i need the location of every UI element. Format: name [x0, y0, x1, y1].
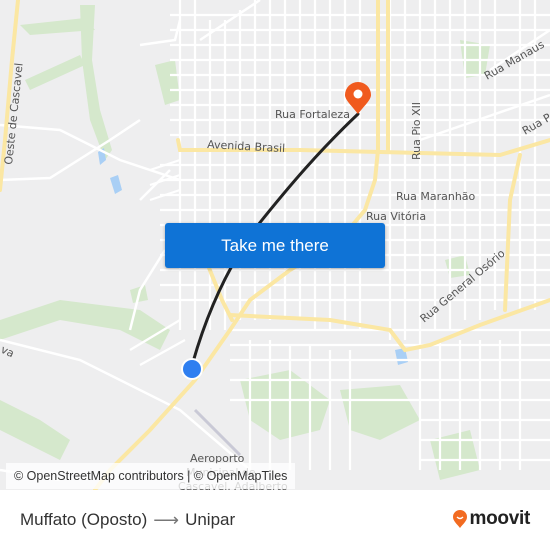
- footer-bar: Muffato (Oposto) ⟶ Unipar moovit: [0, 490, 550, 550]
- street-label-avenida-brasil: Avenida Brasil: [207, 138, 286, 155]
- moovit-wordmark: moovit: [469, 508, 531, 529]
- street-label-rua-maranhao: Rua Maranhão: [396, 190, 476, 203]
- street-label-rua-fortaleza: Rua Fortaleza: [275, 108, 350, 121]
- map-view[interactable]: Rua Fortaleza Avenida Brasil Rua Pio XII…: [0, 0, 550, 490]
- arrow-right-icon: ⟶: [153, 509, 180, 530]
- street-label-rua-pio-xii: Rua Pio XII: [410, 102, 423, 160]
- airport-runway: [193, 408, 242, 457]
- moovit-pin-icon: [452, 510, 467, 528]
- map-attribution[interactable]: © OpenStreetMap contributors | © OpenMap…: [6, 463, 296, 489]
- take-me-there-button[interactable]: Take me there: [165, 223, 385, 268]
- street-label-va: va: [0, 343, 16, 360]
- moovit-logo[interactable]: moovit: [452, 508, 530, 530]
- origin-name: Muffato (Oposto): [20, 510, 148, 529]
- street-label-rua-vitoria: Rua Vitória: [366, 210, 426, 223]
- destination-name: Unipar: [185, 510, 236, 529]
- route-summary: Muffato (Oposto) ⟶ Unipar: [20, 510, 235, 531]
- origin-marker[interactable]: [181, 358, 203, 380]
